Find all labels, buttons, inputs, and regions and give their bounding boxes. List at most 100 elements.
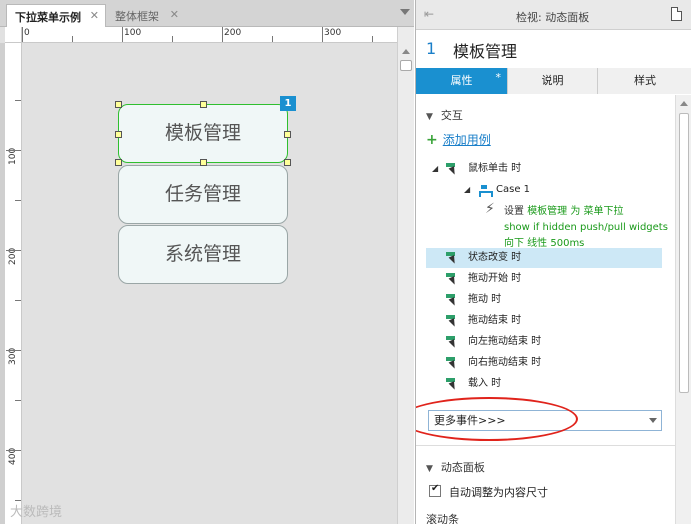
event-label: 拖动结束 时 xyxy=(468,315,522,326)
event-cursor-icon xyxy=(446,357,457,369)
tab-properties[interactable]: 属性 * xyxy=(416,68,508,94)
action-target: 模板管理 为 菜单下拉 xyxy=(527,206,624,217)
event-label: 拖动开始 时 xyxy=(468,273,522,284)
scroll-thumb[interactable] xyxy=(679,113,689,393)
add-case-link[interactable]: + 添加用例 xyxy=(426,131,491,148)
widget-system-manage[interactable]: 系统管理 xyxy=(118,225,288,284)
ruler-vertical: 100 200 300 400 xyxy=(5,43,22,524)
ruler-tick xyxy=(15,400,21,401)
ruler-tick xyxy=(6,450,21,451)
widget-name-row: 1 模板管理 xyxy=(416,30,691,68)
tab-label: 下拉菜单示例 xyxy=(15,11,81,24)
canvas-scrollbar[interactable] xyxy=(397,27,414,524)
event-label: 载入 时 xyxy=(468,378,502,389)
inspector-title: 检视: 动态面板 xyxy=(516,11,590,24)
resize-handle[interactable] xyxy=(115,159,122,166)
resize-handle[interactable] xyxy=(284,131,291,138)
section-interaction-header[interactable]: ▼ 交互 xyxy=(426,107,463,123)
ruler-tick xyxy=(322,27,323,42)
tree-expand-icon[interactable]: ◢ xyxy=(464,180,470,200)
ruler-tick xyxy=(6,150,21,151)
ruler-tick xyxy=(72,36,73,42)
scrollbars-section-title: 滚动条 xyxy=(426,513,459,524)
resize-handle[interactable] xyxy=(115,131,122,138)
case-row[interactable]: ◢ Case 1 xyxy=(426,180,662,200)
document-tab-bar: 下拉菜单示例 ✕ 整体框架 ✕ xyxy=(0,0,414,27)
event-cursor-icon xyxy=(446,294,457,306)
chevron-down-icon: ▼ xyxy=(426,464,433,474)
auto-fit-checkbox[interactable] xyxy=(429,483,441,497)
tab-overall-frame[interactable]: 整体框架 ✕ xyxy=(107,4,185,27)
tab-notes[interactable]: 说明 xyxy=(508,68,598,94)
ruler-tick xyxy=(22,27,23,42)
event-label: 状态改变 时 xyxy=(468,252,522,263)
divider xyxy=(416,445,675,446)
event-on-swipe-right[interactable]: 向右拖动结束 时 xyxy=(426,353,662,373)
tab-style[interactable]: 样式 xyxy=(598,68,691,94)
widget-name-field[interactable]: 模板管理 xyxy=(453,38,517,62)
scroll-thumb[interactable] xyxy=(400,60,412,71)
event-label: 鼠标单击 时 xyxy=(468,163,522,174)
action-detail: show if hidden push/pull widgets 向下 线性 5… xyxy=(504,222,668,249)
event-on-drag[interactable]: 拖动 时 xyxy=(426,290,662,310)
section-title: 动态面板 xyxy=(440,461,485,474)
event-on-state-change[interactable]: 状态改变 时 xyxy=(426,248,662,268)
action-prefix: 设置 xyxy=(504,206,528,217)
ruler-label: 200 xyxy=(224,28,242,38)
chevron-down-icon[interactable] xyxy=(400,9,410,15)
ruler-label: 100 xyxy=(124,28,142,38)
event-cursor-icon xyxy=(446,315,457,327)
tab-dropdown-demo[interactable]: 下拉菜单示例 ✕ xyxy=(6,4,106,27)
section-dynamic-panel-header[interactable]: ▼ 动态面板 xyxy=(426,459,485,475)
tab-label: 整体框架 xyxy=(115,10,159,23)
resize-handle[interactable] xyxy=(284,159,291,166)
plus-icon: + xyxy=(426,132,438,148)
lightning-icon: ⚡ xyxy=(485,201,495,217)
ruler-tick xyxy=(172,36,173,42)
inspector-header: ⇤ 检视: 动态面板 xyxy=(416,0,691,30)
close-icon[interactable]: ✕ xyxy=(170,8,179,21)
ruler-label: 300 xyxy=(324,28,342,38)
case-label: Case 1 xyxy=(496,184,531,195)
chevron-down-icon: ▼ xyxy=(426,112,433,122)
resize-handle[interactable] xyxy=(200,159,207,166)
ruler-tick xyxy=(122,27,123,42)
ruler-tick xyxy=(15,100,21,101)
section-title: 交互 xyxy=(440,109,463,122)
widget-badge: 1 xyxy=(280,96,296,111)
event-on-swipe-left[interactable]: 向左拖动结束 时 xyxy=(426,332,662,352)
widget-template-manage[interactable]: 模板管理 xyxy=(118,104,288,163)
event-cursor-icon xyxy=(446,163,457,175)
highlight-annotation xyxy=(416,397,578,441)
event-label: 向右拖动结束 时 xyxy=(468,357,542,368)
event-on-click[interactable]: ◢ 鼠标单击 时 xyxy=(426,159,662,179)
collapse-icon[interactable]: ⇤ xyxy=(424,7,434,21)
inspector-scrollbar[interactable] xyxy=(675,95,691,524)
modified-marker: * xyxy=(495,71,502,84)
event-on-drag-start[interactable]: 拖动开始 时 xyxy=(426,269,662,289)
event-on-load[interactable]: 载入 时 xyxy=(426,374,662,394)
watermark: 大数跨境 xyxy=(10,505,63,520)
ruler-label: 0 xyxy=(24,28,30,38)
widget-number: 1 xyxy=(426,39,437,58)
ruler-tick xyxy=(15,300,21,301)
widget-task-manage[interactable]: 任务管理 xyxy=(118,165,288,224)
editor-area: 下拉菜单示例 ✕ 整体框架 ✕ 0 100 200 300 100 200 30… xyxy=(0,0,414,524)
scroll-up-icon[interactable] xyxy=(402,49,410,54)
event-on-drag-end[interactable]: 拖动结束 时 xyxy=(426,311,662,331)
action-description[interactable]: 设置 模板管理 为 菜单下拉 show if hidden push/pull … xyxy=(504,204,669,252)
tab-label: 属性 xyxy=(450,74,473,87)
resize-handle[interactable] xyxy=(115,101,122,108)
ruler-tick xyxy=(272,36,273,42)
event-label: 向左拖动结束 时 xyxy=(468,336,542,347)
scroll-up-icon[interactable] xyxy=(680,101,688,106)
inspector-body: ▼ 交互 + 添加用例 ◢ 鼠标单击 时 ◢ Case 1 ⚡ 设置 模板管理 为 … xyxy=(416,95,675,524)
inspector-panel: ⇤ 检视: 动态面板 1 模板管理 属性 * 说明 样式 ▼ 交互 + 添加用例 ◢… xyxy=(415,0,691,524)
inspector-tabs: 属性 * 说明 样式 xyxy=(416,68,691,94)
document-icon[interactable] xyxy=(671,7,682,21)
close-icon[interactable]: ✕ xyxy=(90,9,99,22)
resize-handle[interactable] xyxy=(200,101,207,108)
event-cursor-icon xyxy=(446,378,457,390)
tree-expand-icon[interactable]: ◢ xyxy=(432,159,438,179)
chevron-down-icon xyxy=(649,418,657,423)
